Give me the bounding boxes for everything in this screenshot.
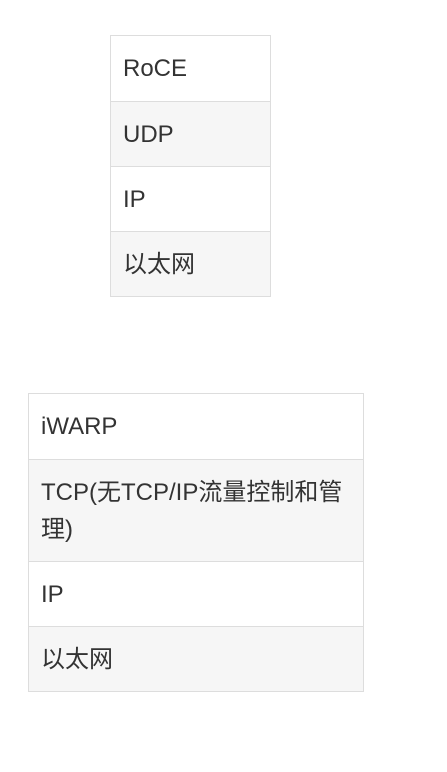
iwarp-layer-ethernet: 以太网 xyxy=(29,626,363,691)
roce-protocol-stack-table: RoCE UDP IP 以太网 xyxy=(110,35,271,297)
roce-layer-roce: RoCE xyxy=(123,55,188,82)
iwarp-protocol-stack-table: iWARP TCP(无TCP/IP流量控制和管理) IP 以太网 xyxy=(28,393,364,692)
roce-layer-udp: UDP xyxy=(111,101,270,166)
roce-layer-ip: IP xyxy=(111,166,270,231)
iwarp-layer-iwarp: iWARP xyxy=(41,413,118,440)
iwarp-layer-ip: IP xyxy=(29,561,363,626)
roce-layer-ethernet: 以太网 xyxy=(111,231,270,296)
iwarp-layer-tcp: TCP(无TCP/IP流量控制和管理) xyxy=(29,459,363,561)
